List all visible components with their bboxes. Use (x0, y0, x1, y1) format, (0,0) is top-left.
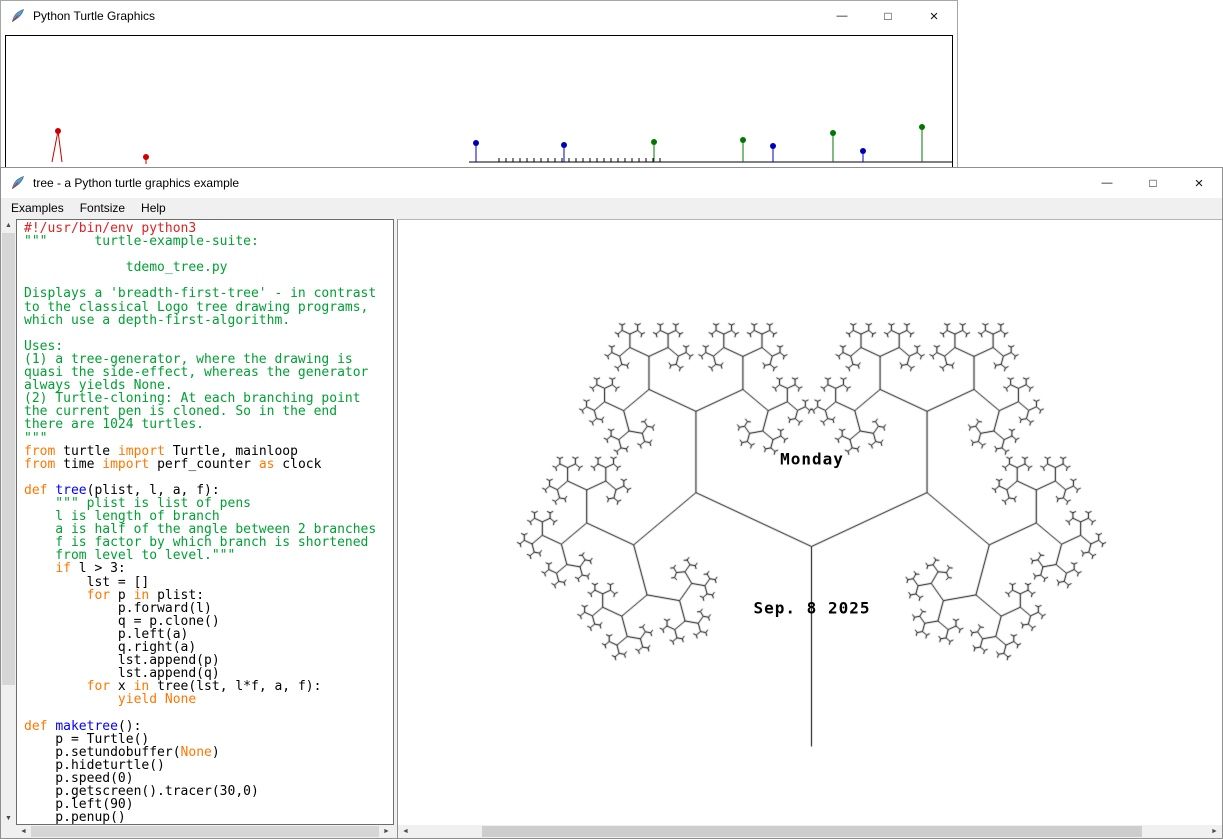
scroll-left-icon[interactable]: ◄ (399, 825, 412, 838)
window-tree-example: tree - a Python turtle graphics example … (0, 167, 1223, 839)
horizontal-scrollbar-thumb[interactable] (482, 826, 1142, 837)
scroll-right-icon[interactable]: ► (380, 825, 393, 838)
menu-examples[interactable]: Examples (3, 198, 72, 219)
tree-drawing-canvas (398, 220, 1223, 827)
code-line: """ turtle-example-suite: (24, 235, 393, 248)
code-line: which use a depth-first-algorithm. (24, 314, 393, 327)
close-button[interactable]: × (1176, 168, 1222, 198)
menu-help[interactable]: Help (133, 198, 174, 219)
canvas-label-weekday: Monday (780, 450, 844, 469)
maximize-button[interactable]: □ (1130, 168, 1176, 198)
code-line (24, 327, 393, 340)
canvas-horizontal-scrollbar[interactable]: ◄ ► (398, 825, 1222, 838)
code-horizontal-scrollbar[interactable]: ◄ ► (16, 825, 394, 838)
code-line: tdemo_tree.py (24, 261, 393, 274)
code-line: yield None (24, 693, 393, 706)
minimize-button[interactable]: — (1084, 168, 1130, 198)
front-window-titlebar[interactable]: tree - a Python turtle graphics example … (1, 168, 1222, 198)
minimize-button[interactable]: — (819, 1, 865, 31)
code-editor[interactable]: #!/usr/bin/env python3""" turtle-example… (16, 219, 394, 825)
maximize-button[interactable]: □ (865, 1, 911, 31)
canvas-label-date: Sep. 8 2025 (754, 599, 871, 618)
scroll-down-icon[interactable]: ▼ (2, 812, 15, 825)
scroll-up-icon[interactable]: ▲ (2, 219, 15, 232)
front-window-title: tree - a Python turtle graphics example (33, 176, 239, 190)
back-window-title: Python Turtle Graphics (33, 9, 155, 23)
tk-feather-icon (10, 8, 26, 24)
close-button[interactable]: × (911, 1, 957, 31)
menu-fontsize[interactable]: Fontsize (72, 198, 133, 219)
code-text: #!/usr/bin/env python3""" turtle-example… (24, 222, 393, 825)
back-window-controls: — □ × (819, 1, 957, 31)
code-line: there are 1024 turtles. (24, 418, 393, 431)
vertical-scrollbar-thumb[interactable] (2, 233, 15, 685)
back-window-titlebar[interactable]: Python Turtle Graphics — □ × (1, 1, 957, 31)
horizontal-scrollbar-thumb[interactable] (31, 826, 379, 837)
window-content: ▲ ▼ #!/usr/bin/env python3""" turtle-exa… (1, 219, 1222, 838)
code-vertical-scrollbar[interactable]: ▲ ▼ (1, 219, 16, 825)
menubar: Examples Fontsize Help (1, 198, 1222, 219)
scroll-right-icon[interactable]: ► (1208, 825, 1221, 838)
code-pane: ▲ ▼ #!/usr/bin/env python3""" turtle-exa… (1, 219, 397, 838)
tk-feather-icon (10, 175, 26, 191)
code-line: from time import perf_counter as clock (24, 458, 393, 471)
front-window-controls: — □ × (1084, 168, 1222, 198)
graphics-pane: Monday Sep. 8 2025 ◄ ► (397, 219, 1222, 838)
desktop: Python Turtle Graphics — □ × tree - a Py… (0, 0, 1223, 839)
scroll-left-icon[interactable]: ◄ (17, 825, 30, 838)
